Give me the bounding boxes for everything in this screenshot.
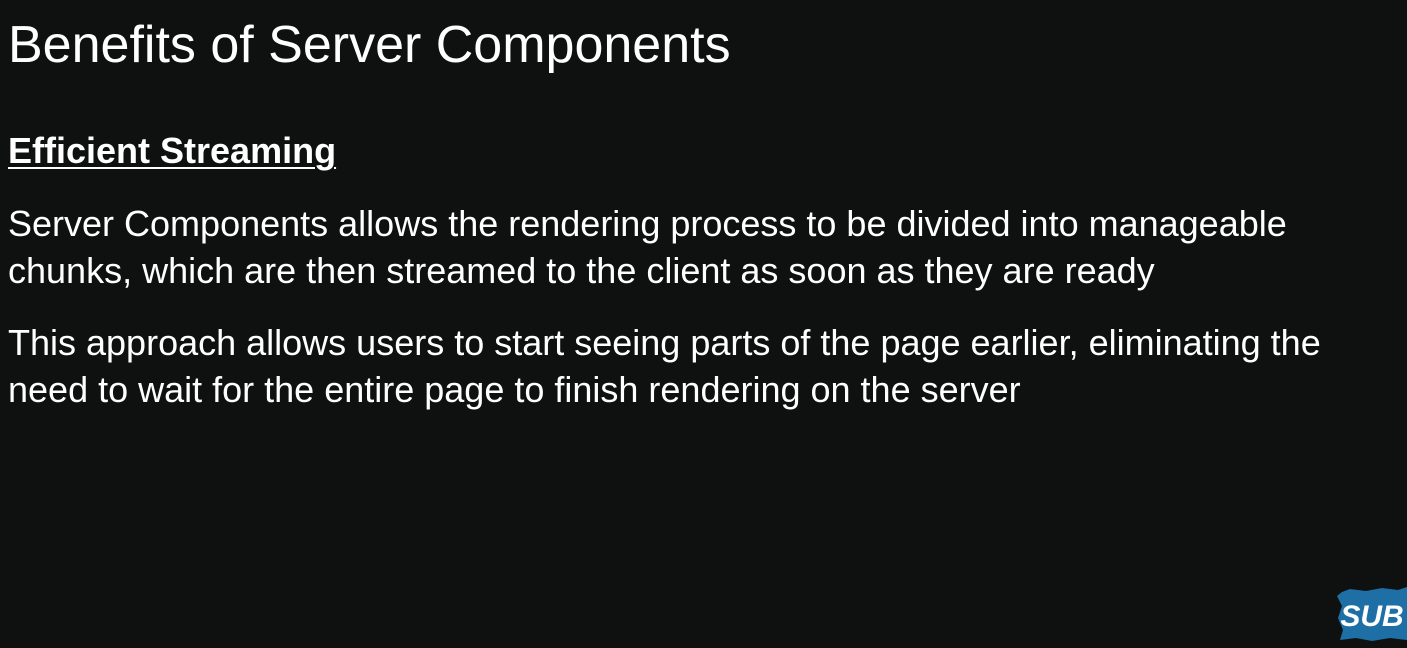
badge-label: SUB (1340, 600, 1403, 633)
subscribe-badge[interactable]: SUB (1336, 586, 1407, 642)
paragraph-1: Server Components allows the rendering p… (8, 200, 1287, 294)
paragraph-1-line-2: chunks, which are then streamed to the c… (8, 250, 1155, 291)
paragraph-2-line-1: This approach allows users to start seei… (8, 322, 1321, 363)
paragraph-2: This approach allows users to start seei… (8, 319, 1321, 413)
slide: Benefits of Server Components Efficient … (0, 0, 1407, 648)
slide-title: Benefits of Server Components (8, 16, 731, 74)
paragraph-2-line-2: need to wait for the entire page to fini… (8, 369, 1021, 410)
paragraph-1-line-1: Server Components allows the rendering p… (8, 203, 1287, 244)
section-heading: Efficient Streaming (8, 130, 337, 171)
